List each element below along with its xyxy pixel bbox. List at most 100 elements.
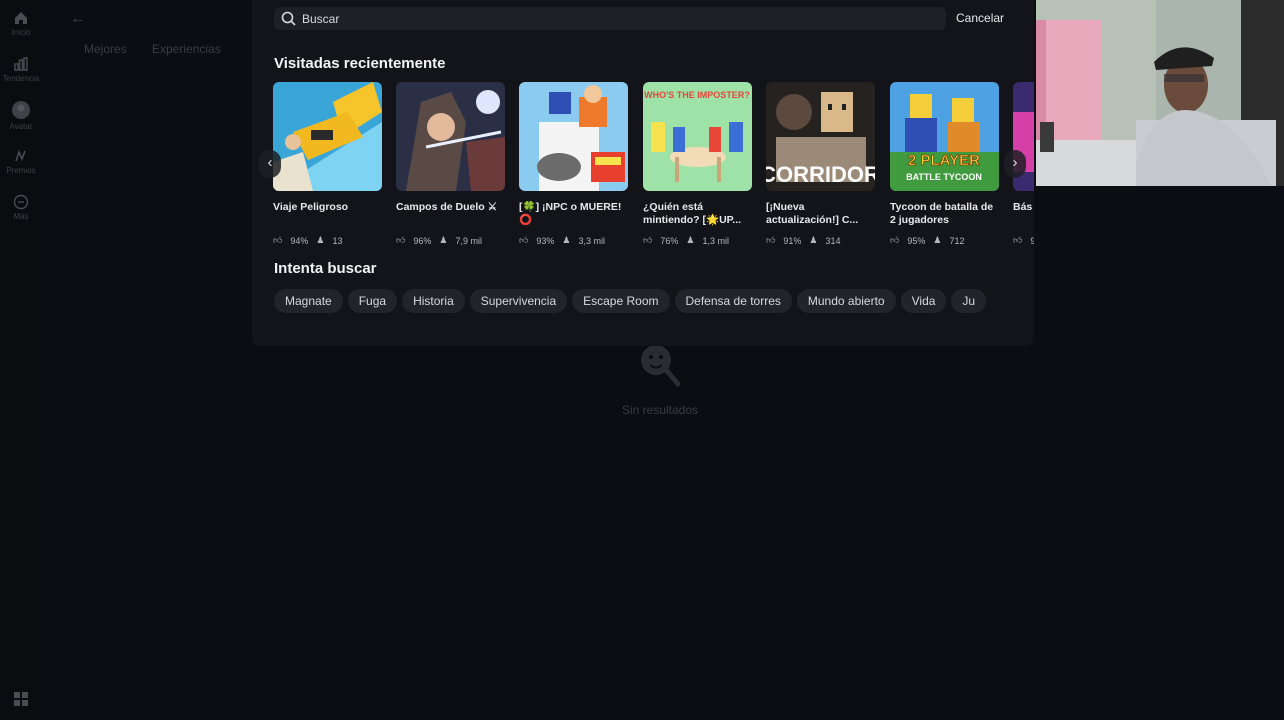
game-stats: 👍︎ 93% ♟ 3,3 mil <box>519 235 629 246</box>
search-suggestion-chips: Magnate Fuga Historia Supervivencia Escape R… <box>274 289 1034 315</box>
person-icon: ♟ <box>686 235 695 245</box>
game-card[interactable]: WHO'S THE IMPOSTER? ¿Quién está mintiend… <box>643 82 753 246</box>
try-search-title: Intenta buscar <box>274 260 377 277</box>
game-stats: 👍︎ 76% ♟ 1,3 mil <box>643 235 753 246</box>
chart-icon <box>14 57 28 71</box>
chip-life[interactable]: Vida <box>900 289 947 313</box>
game-rating: 96% <box>413 235 432 246</box>
tab-experiences[interactable]: Experiencias <box>152 42 221 56</box>
search-input[interactable] <box>302 7 902 30</box>
game-title: [¡Nueva actualización!] C... <box>766 201 859 226</box>
game-card[interactable]: Campos de Duelo ⚔ 👍︎ 96% ♟ 7,9 mil <box>396 82 506 246</box>
game-stats: 👍︎ 96% ♟ 7,9 mil <box>396 235 506 246</box>
game-rating: 94% <box>290 235 309 246</box>
nav-item-trending[interactable]: Tendencia <box>0 56 42 83</box>
more-icon <box>13 194 29 210</box>
search-icon <box>281 11 296 26</box>
game-players: 712 <box>949 235 965 246</box>
thumbs-up-icon: 👍︎ <box>1013 235 1023 245</box>
recent-title: Visitadas recientemente <box>274 55 446 72</box>
game-title: Viaje Peligroso <box>273 201 349 213</box>
person-icon: ♟ <box>316 235 325 245</box>
avatar-icon <box>12 101 30 119</box>
game-rating: 95% <box>907 235 926 246</box>
carousel-next-arrow-icon[interactable]: › <box>1004 150 1026 178</box>
nav-label-trending: Tendencia <box>2 74 40 83</box>
back-arrow-icon[interactable]: ← <box>70 10 86 28</box>
nav-label-home: Inicio <box>11 28 31 37</box>
chip-tower-defense[interactable]: Defensa de torres <box>674 289 792 313</box>
game-thumbnail <box>519 82 628 191</box>
no-results-search-icon <box>641 345 681 387</box>
nav-item-rewards[interactable]: Premios <box>0 148 42 175</box>
thumbs-up-icon: 👍︎ <box>890 235 900 245</box>
left-nav-rail: Inicio Tendencia Avatar Premios Más <box>0 0 42 720</box>
empty-state: Sin resultados <box>600 340 720 417</box>
person-icon: ♟ <box>933 235 942 245</box>
tab-best[interactable]: Mejores <box>84 42 127 56</box>
game-players: 7,9 mil <box>455 235 483 246</box>
game-card[interactable]: [🍀] ¡NPC o MUERE! ⭕ 👍︎ 93% ♟ 3,3 mil <box>519 82 629 246</box>
game-thumbnail: WHO'S THE IMPOSTER? <box>643 82 752 191</box>
game-title: [🍀] ¡NPC o MUERE! ⭕ <box>519 201 622 226</box>
nav-item-more[interactable]: Más <box>0 194 42 221</box>
game-rating: 91% <box>783 235 802 246</box>
nav-label-more: Más <box>13 212 29 221</box>
game-stats: 👍︎ 9 <box>1013 235 1034 246</box>
chip-story[interactable]: Historia <box>402 289 465 313</box>
game-rating: 76% <box>660 235 679 246</box>
tycoon-thumb-title: 2 PLAYER <box>908 152 980 169</box>
game-title: Tycoon de batalla de 2 jugadores <box>890 201 994 226</box>
nav-label-rewards: Premios <box>6 166 36 175</box>
game-rating: 9 <box>1030 235 1034 246</box>
game-players: 3,3 mil <box>578 235 606 246</box>
empty-state-label: Sin resultados <box>621 403 699 417</box>
game-stats: 👍︎ 95% ♟ 712 <box>890 235 1000 246</box>
game-thumbnail: CORRIDOR <box>766 82 875 191</box>
roblox-app: Inicio Tendencia Avatar Premios Más ← Me… <box>0 0 1284 720</box>
game-players: 13 <box>332 235 343 246</box>
chip-games[interactable]: Ju <box>951 289 987 313</box>
person-icon: ♟ <box>439 235 448 245</box>
game-card[interactable]: CORRIDOR [¡Nueva actualización!] C... 👍︎… <box>766 82 876 246</box>
chip-survival[interactable]: Supervivencia <box>469 289 568 313</box>
imposter-thumb-text: WHO'S THE IMPOSTER? <box>644 90 750 100</box>
search-overlay-panel: Cancelar Visitadas recientemente Via <box>252 0 1034 346</box>
person-icon: ♟ <box>809 235 818 245</box>
search-bar <box>274 7 946 30</box>
game-stats: 👍︎ 91% ♟ 314 <box>766 235 876 246</box>
game-card[interactable]: Viaje Peligroso 👍︎ 94% ♟ 13 <box>273 82 383 246</box>
thumbs-up-icon: 👍︎ <box>396 235 406 245</box>
thumbs-up-icon: 👍︎ <box>519 235 529 245</box>
game-stats: 👍︎ 94% ♟ 13 <box>273 235 383 246</box>
chip-tycoon[interactable]: Magnate <box>274 289 343 313</box>
carousel-prev-arrow-icon[interactable]: ‹ <box>259 150 281 178</box>
cancel-button[interactable]: Cancelar <box>956 11 1004 25</box>
chip-open-world[interactable]: Mundo abierto <box>796 289 896 313</box>
chip-escape[interactable]: Fuga <box>347 289 398 313</box>
game-thumbnail <box>273 82 382 191</box>
recent-games-carousel: Viaje Peligroso 👍︎ 94% ♟ 13 Campos de Du… <box>273 82 1034 252</box>
game-title: Campos de Duelo ⚔ <box>396 201 498 213</box>
game-thumbnail: 2 PLAYER BATTLE TYCOON <box>890 82 999 191</box>
webcam-overlay <box>1036 0 1284 186</box>
nav-item-avatar[interactable]: Avatar <box>0 100 42 131</box>
game-thumbnail <box>396 82 505 191</box>
home-icon <box>15 12 27 24</box>
game-title: Bás Ren <box>1013 201 1034 213</box>
game-rating: 93% <box>536 235 555 246</box>
windows-start-icon[interactable] <box>14 692 28 711</box>
game-card[interactable]: 2 PLAYER BATTLE TYCOON Tycoon de batalla… <box>890 82 1000 246</box>
nav-item-home[interactable]: Inicio <box>0 10 42 37</box>
thumbs-up-icon: 👍︎ <box>643 235 653 245</box>
tycoon-thumb-subtitle: BATTLE TYCOON <box>906 172 982 182</box>
thumbs-up-icon: 👍︎ <box>766 235 776 245</box>
game-players: 1,3 mil <box>702 235 730 246</box>
corridor-thumb-text: CORRIDOR <box>766 162 875 187</box>
thumbs-up-icon: 👍︎ <box>273 235 283 245</box>
game-title: ¿Quién está mintiendo? [🌟UP... <box>643 201 742 226</box>
gift-icon <box>15 149 26 162</box>
chip-escape-room[interactable]: Escape Room <box>572 289 670 313</box>
game-players: 314 <box>825 235 841 246</box>
person-icon: ♟ <box>562 235 571 245</box>
